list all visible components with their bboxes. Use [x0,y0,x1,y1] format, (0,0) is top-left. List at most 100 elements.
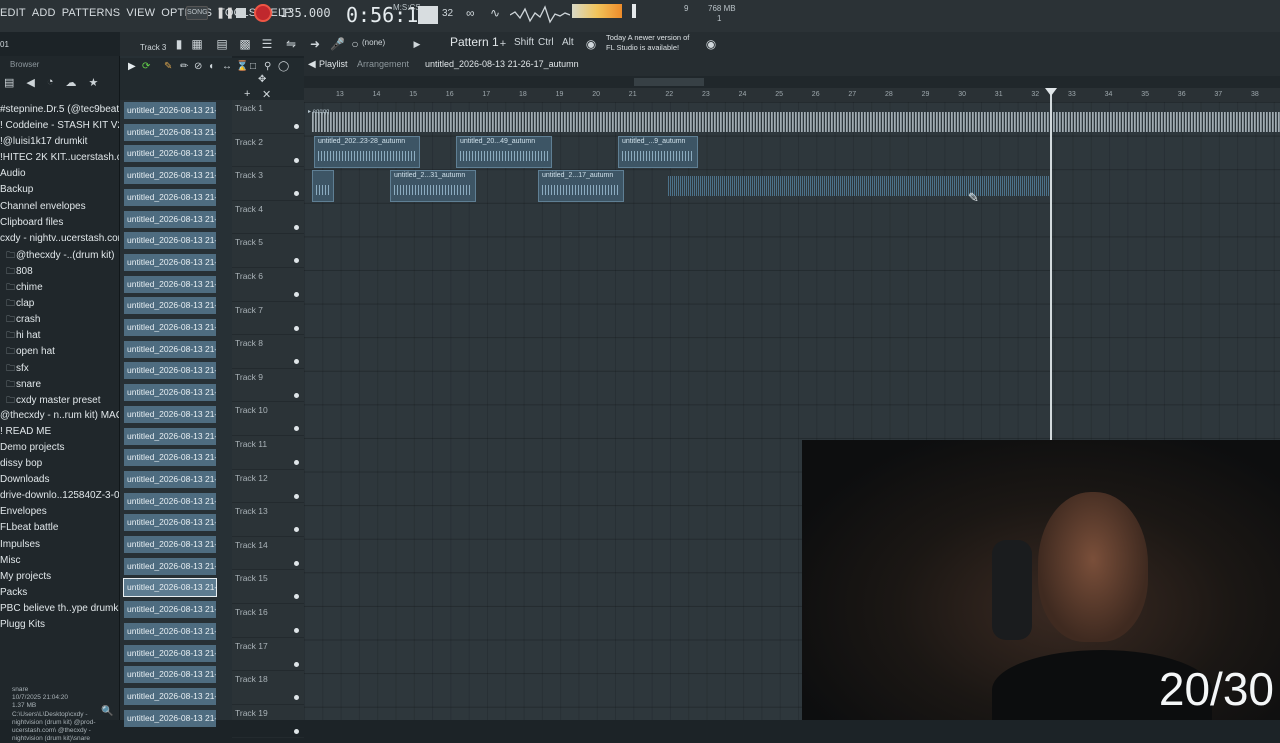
track-mute-indicator[interactable] [294,359,299,365]
browser-item[interactable]: 🗀crash [0,311,119,327]
update-notice[interactable]: Today A newer version of FL Studio is av… [606,33,689,53]
track-header[interactable]: Track 13 [232,503,304,537]
track-header[interactable]: Track 2 [232,134,304,168]
browser-item[interactable]: Channel envelopes [0,199,119,215]
mixer-icon[interactable]: ☰ [260,37,274,51]
browser-item[interactable]: ! Coddeine - STASH KIT V2 ! [0,118,119,134]
audio-clip[interactable]: untitled_2...17_autumn [538,170,624,202]
track-header[interactable]: Track 18 [232,671,304,705]
browser-item[interactable]: Audio [0,166,119,182]
record-button[interactable] [254,4,272,22]
channel-button[interactable]: untitled_2026-08-13 21- [123,578,217,598]
channel-button[interactable]: untitled_2026-08-13 21- [124,319,216,336]
refresh-icon[interactable]: ◔ [47,76,54,94]
track-mute-indicator[interactable] [294,628,299,633]
browser-item[interactable]: 🗀snare [0,376,119,392]
output-selector[interactable]: (none) [362,38,385,47]
menu-edit[interactable]: EDIT [0,7,26,19]
piano-roll-icon[interactable]: ▤ [215,37,229,51]
lock-icon[interactable]: ▮ [172,37,186,51]
add-pattern-icon[interactable]: + [496,37,510,51]
browser-item[interactable]: cxdy - nightv..ucerstash.com [0,231,119,247]
browser-item[interactable]: #stepnine.Dr.5 (@tec9beat) [0,102,119,118]
playlist-view-icon[interactable]: ▦ [190,37,204,51]
scrollbar-thumb[interactable] [634,78,704,86]
channel-button[interactable]: untitled_2026-08-13 21- [124,275,216,293]
channel-button[interactable]: untitled_2026-08-13 21- [124,470,216,488]
audio-waveform-freeform[interactable] [668,176,1050,196]
star-icon[interactable]: ★ [89,76,99,94]
track-mute-indicator[interactable] [294,224,299,230]
playback-icon[interactable]: ◯ [278,61,289,72]
headphones-icon[interactable]: ○ [348,37,362,51]
stop-button[interactable] [236,8,246,18]
channel-button[interactable]: untitled_2026-08-13 21- [124,297,216,315]
menu-view[interactable]: VIEW [126,7,155,19]
browser-item[interactable]: Envelopes [0,504,119,520]
channel-button[interactable]: untitled_2026-08-13 21- [124,102,216,119]
add-track-icon[interactable]: + [244,88,250,100]
track-mute-indicator[interactable] [294,728,299,734]
track-header[interactable]: Track 15 [232,570,304,604]
playlist-arrow-icon[interactable]: ◀ [308,59,316,70]
pencil-icon[interactable]: ✎ [164,61,172,72]
blend-icon[interactable]: ∿ [490,6,500,20]
track-mute-indicator[interactable] [294,661,299,667]
browser-item[interactable]: 🗀@thecxdy -..(drum kit) [0,247,119,263]
browser-item[interactable]: 🗀chime [0,279,119,295]
browser-item[interactable]: Clipboard files [0,215,119,231]
delete-icon[interactable]: ⊘ [194,61,202,72]
channel-button[interactable]: untitled_2026-08-13 21- [124,340,216,358]
search-icon[interactable]: 🔍 [101,706,113,717]
browser-item[interactable]: 🗀808 [0,263,119,279]
channel-button[interactable]: untitled_2026-08-13 21- [124,687,216,705]
browser-item[interactable]: !@luisi1k17 drumkit [0,134,119,150]
channel-button[interactable]: untitled_2026-08-13 21- [124,405,216,423]
brush-icon[interactable]: ✏ [180,61,188,72]
channel-button[interactable]: untitled_2026-08-13 21- [124,384,216,402]
alt-key[interactable]: Alt [562,37,574,48]
browser-item[interactable]: 🗀cxdy master preset [0,392,119,408]
track-move-icon[interactable]: ✥ [258,74,280,88]
browser-item[interactable]: Impulses [0,537,119,553]
browser-item[interactable]: !HITEC 2K KIT..ucerstash.com [0,150,119,166]
channel-button[interactable]: untitled_2026-08-13 21- [124,449,216,467]
track-header[interactable]: Track 1 [232,100,304,134]
track-mute-indicator[interactable] [294,191,299,197]
track-header[interactable]: Track 6 [232,268,304,302]
channel-button[interactable]: untitled_2026-08-13 21- [124,232,216,250]
browser-item[interactable]: Backup [0,182,119,198]
step-edit-icon[interactable]: 32 [442,8,453,19]
browser-item[interactable]: Misc [0,553,119,569]
loop-record-icon[interactable]: ∞ [466,6,475,20]
track-mute-indicator[interactable] [294,695,299,701]
tempo-display[interactable]: 135.000 [280,6,331,20]
channel-button[interactable]: untitled_2026-08-13 21- [124,709,216,727]
track-mute-indicator[interactable] [294,426,299,432]
audio-clip[interactable]: untitled_202..23-28_autumn [314,136,420,168]
play-pattern-icon[interactable]: ▶ [410,37,424,51]
track-header[interactable]: Track 5 [232,234,304,268]
browser-item[interactable]: 🗀clap [0,295,119,311]
channel-button[interactable]: untitled_2026-08-13 21- [124,210,216,228]
track-header[interactable]: Track 16 [232,604,304,638]
playback-position-line[interactable] [1050,88,1052,440]
audio-clip-track1[interactable] [312,112,1280,132]
channel-button[interactable]: untitled_2026-08-13 21- [124,188,216,206]
browser-item[interactable]: Plugg Kits [0,617,119,633]
browser-menu-icon[interactable]: ▤ [4,76,14,94]
channel-button[interactable]: untitled_2026-08-13 21- [124,557,216,575]
arrow-right-icon[interactable]: ➜ [308,37,322,51]
arrangement-file-name[interactable]: untitled_2026-08-13 21-26-17_autumn [425,59,579,69]
channel-button[interactable]: untitled_2026-08-13 21- [124,666,216,684]
track-header[interactable]: Track 7 [232,302,304,336]
channel-button[interactable]: untitled_2026-08-13 21- [124,427,216,445]
track-mute-indicator[interactable] [294,325,299,331]
browser-item[interactable]: PBC believe th..ype drumkit 1 [0,601,119,617]
browser-item[interactable]: 🗀open hat [0,343,119,359]
track-header[interactable]: Track 4 [232,201,304,235]
browser-item[interactable]: ! READ ME [0,424,119,440]
browser-item[interactable]: Packs [0,585,119,601]
browser-item[interactable]: My projects [0,569,119,585]
menu-add[interactable]: ADD [32,7,56,19]
